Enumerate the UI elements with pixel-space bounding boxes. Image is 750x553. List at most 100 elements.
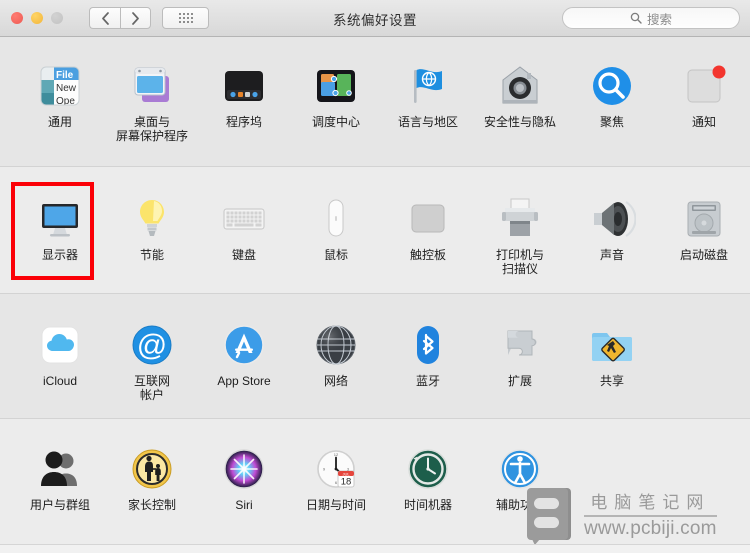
svg-text:@: @: [137, 329, 167, 362]
pref-item-notifications[interactable]: 通知: [658, 58, 750, 166]
pref-item-sound[interactable]: 声音: [566, 191, 658, 293]
pref-item-label: 家长控制: [127, 498, 176, 512]
internet-accounts-icon: @: [126, 317, 178, 369]
pref-item-label: Siri: [235, 498, 253, 512]
sound-icon: [586, 191, 638, 243]
search-field[interactable]: 搜索: [562, 7, 740, 29]
displays-icon: [34, 191, 86, 243]
pref-item-printers-scanners[interactable]: 打印机与 扫描仪: [474, 191, 566, 293]
pref-item-accessibility[interactable]: 辅助功能: [474, 441, 566, 545]
sharing-icon: [586, 317, 638, 369]
app-store-icon: [218, 317, 270, 369]
pref-item-bluetooth[interactable]: 蓝牙: [382, 317, 474, 418]
language-region-icon: [402, 58, 454, 110]
pref-item-label: 网络: [323, 374, 348, 388]
forward-button[interactable]: [120, 7, 151, 29]
svg-text:New: New: [56, 83, 77, 94]
general-icon: File New Ope: [34, 58, 86, 110]
pref-item-label: 声音: [599, 248, 624, 262]
pref-item-label: 安全性与隐私: [483, 115, 556, 129]
pref-item-energy-saver[interactable]: 节能: [106, 191, 198, 293]
pref-item-label: 扩展: [507, 374, 532, 388]
pref-item-parental-controls[interactable]: 家长控制: [106, 441, 198, 545]
pref-item-network[interactable]: 网络: [290, 317, 382, 418]
energy-saver-icon: [126, 191, 178, 243]
pref-item-label: 互联网 帐户: [133, 374, 170, 402]
pref-item-label: 程序坞: [225, 115, 262, 129]
pref-item-label: 通用: [47, 115, 72, 129]
pref-item-label: App Store: [217, 374, 271, 388]
pref-item-spotlight[interactable]: 聚焦: [566, 58, 658, 166]
pref-item-desktop-screensaver[interactable]: 桌面与 屏幕保护程序: [106, 58, 198, 166]
chevron-right-icon: [132, 11, 139, 25]
minimize-button[interactable]: [31, 12, 43, 24]
pref-item-startup-disk[interactable]: 启动磁盘: [658, 191, 750, 293]
extensions-icon: [494, 317, 546, 369]
accessibility-icon: [494, 441, 546, 493]
printers-scanners-icon: [494, 191, 546, 243]
siri-icon: [218, 441, 270, 493]
window-bottom-edge: [0, 544, 750, 553]
pref-item-label: iCloud: [42, 374, 78, 388]
pref-item-security-privacy[interactable]: 安全性与隐私: [474, 58, 566, 166]
pref-item-time-machine[interactable]: 时间机器: [382, 441, 474, 545]
notifications-icon: [678, 58, 730, 110]
pref-item-mouse[interactable]: 鼠标: [290, 191, 382, 293]
trackpad-icon: [402, 191, 454, 243]
date-time-icon: 12 3 69 JUL 18: [310, 441, 362, 493]
security-privacy-icon: [494, 58, 546, 110]
desktop-screensaver-icon: [126, 58, 178, 110]
pref-item-users-groups[interactable]: 用户与群组: [14, 441, 106, 545]
pref-item-label: 用户与群组: [29, 498, 90, 512]
pref-item-label: 键盘: [231, 248, 256, 262]
pref-item-label: 触控板: [409, 248, 446, 262]
search-placeholder: 搜索: [646, 12, 672, 27]
keyboard-icon: [218, 191, 270, 243]
back-button[interactable]: [89, 7, 120, 29]
pref-item-dock[interactable]: 程序坞: [198, 58, 290, 166]
pref-item-label: 调度中心: [311, 115, 360, 129]
close-button[interactable]: [11, 12, 23, 24]
pref-row-system: 用户与群组 家长控制 Siri 12 3 6 9 JUL 18 日期与时间 时间…: [0, 419, 750, 545]
pref-item-app-store[interactable]: App Store: [198, 317, 290, 418]
pref-item-label: 打印机与 扫描仪: [495, 248, 544, 276]
pref-row-personal: File New Ope 通用 桌面与 屏幕保护程序 程序坞 调度中心 语言与地…: [0, 37, 750, 166]
date-day-label: 18: [341, 477, 352, 488]
show-all-button[interactable]: [162, 7, 209, 29]
mouse-icon: [310, 191, 362, 243]
pref-row-internet: iCloud @ 互联网 帐户 App Store 网络 蓝牙 扩展 共享: [0, 294, 750, 418]
pref-item-label: 时间机器: [403, 498, 452, 512]
pref-item-language-region[interactable]: 语言与地区: [382, 58, 474, 166]
traffic-lights: [11, 12, 63, 24]
mission-control-icon: [310, 58, 362, 110]
pref-item-icloud[interactable]: iCloud: [14, 317, 106, 418]
zoom-button[interactable]: [51, 12, 63, 24]
pref-item-trackpad[interactable]: 触控板: [382, 191, 474, 293]
pref-item-mission-control[interactable]: 调度中心: [290, 58, 382, 166]
pref-item-label: 辅助功能: [495, 498, 544, 512]
pref-item-internet-accounts[interactable]: @ 互联网 帐户: [106, 317, 198, 418]
startup-disk-icon: [678, 191, 730, 243]
icloud-icon: [34, 317, 86, 369]
pref-item-label: 语言与地区: [397, 115, 458, 129]
pref-item-label: 桌面与 屏幕保护程序: [115, 115, 188, 143]
time-machine-icon: [402, 441, 454, 493]
pref-item-displays[interactable]: 显示器: [14, 191, 106, 293]
spotlight-icon: [586, 58, 638, 110]
pref-item-siri[interactable]: Siri: [198, 441, 290, 545]
pref-item-keyboard[interactable]: 键盘: [198, 191, 290, 293]
pref-item-label: 启动磁盘: [679, 248, 728, 262]
pref-item-date-time[interactable]: 12 3 69 JUL 18 日期与时间: [290, 441, 382, 545]
grid-dots-icon: [178, 13, 193, 23]
dock-icon: [218, 58, 270, 110]
users-groups-icon: [34, 441, 86, 493]
pref-item-label: 蓝牙: [415, 374, 440, 388]
bluetooth-icon: [402, 317, 454, 369]
pref-item-label: 日期与时间: [305, 498, 366, 512]
chevron-left-icon: [101, 11, 109, 25]
pref-item-extensions[interactable]: 扩展: [474, 317, 566, 418]
pref-item-sharing[interactable]: 共享: [566, 317, 658, 418]
navigation-buttons: [89, 7, 151, 29]
pref-item-general[interactable]: File New Ope 通用: [14, 58, 106, 166]
pref-row-hardware: 显示器 节能 键盘 鼠标 触控板 打印机与 扫描仪 声音 启动磁盘: [0, 167, 750, 293]
